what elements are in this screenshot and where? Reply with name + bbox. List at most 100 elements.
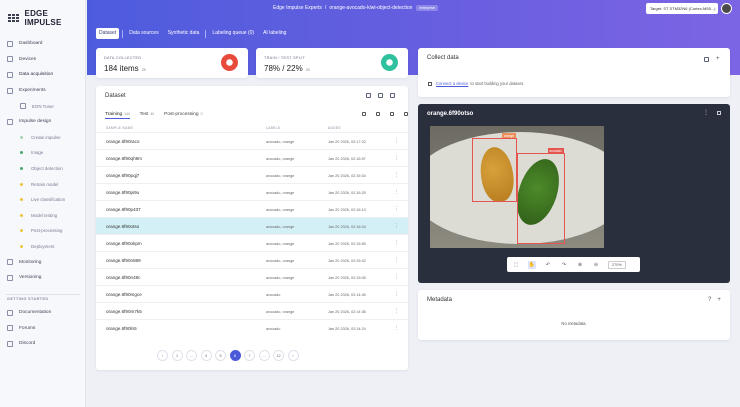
page-button[interactable]: 12: [273, 350, 284, 361]
page-button[interactable]: ...: [258, 350, 270, 361]
download-icon[interactable]: [390, 93, 395, 98]
bounding-box-orange[interactable]: orange: [472, 133, 517, 202]
page-button[interactable]: ›: [287, 350, 299, 361]
logo[interactable]: EDGE IMPULSE: [8, 9, 85, 27]
table-row[interactable]: orange.6f90n49c avocado, orange Jan 20 202…: [96, 268, 408, 285]
table-row[interactable]: orange.6f90pi9u avocado, orange Jan 20 202…: [96, 183, 408, 200]
tab-labeling-queue-0[interactable]: Labeling queue (0): [209, 28, 257, 39]
page-button[interactable]: ‹: [157, 350, 168, 361]
table-row[interactable]: orange.6f90pqj7 avocado, orange Jan 20 202…: [96, 166, 408, 183]
sidebar-item-experiments[interactable]: Experiments: [0, 83, 86, 99]
page-button[interactable]: ...: [186, 350, 197, 361]
sidebar-item-object-detection[interactable]: Object detection: [0, 161, 86, 177]
sample-name: orange.6f90qh9m: [106, 156, 143, 161]
tab-data-sources[interactable]: Data sources: [126, 28, 161, 39]
pan-tool-icon[interactable]: ✋: [528, 260, 536, 269]
expand-icon[interactable]: [404, 112, 408, 116]
table-row[interactable]: orange.6f90mgce avocado Jan 20 2026, 02:14…: [96, 285, 408, 302]
page-button[interactable]: 6: [229, 350, 241, 361]
upload-icon[interactable]: [366, 93, 371, 98]
col-sample-name[interactable]: SAMPLE NAME: [106, 126, 133, 130]
breadcrumb-project[interactable]: orange-avocado-kiwi-object-detection: [329, 5, 412, 11]
table-row[interactable]: orange.6f90n869 avocado, orange Jan 20 202…: [96, 251, 408, 268]
expand-preview-icon[interactable]: [717, 111, 721, 115]
sidebar-item-post-processing[interactable]: Post-processing: [0, 223, 86, 239]
redo-icon[interactable]: ↷: [560, 261, 568, 269]
sidebar-item-discord[interactable]: Discord: [0, 336, 86, 352]
subtab-post-processing[interactable]: Post-processing 0: [164, 112, 202, 119]
camera-icon[interactable]: [378, 93, 383, 98]
more-icon[interactable]: ⋮: [703, 110, 709, 116]
sidebar-item-monitoring[interactable]: Monitoring: [0, 254, 86, 270]
row-menu-icon[interactable]: ⋮: [394, 308, 399, 314]
row-menu-icon[interactable]: ⋮: [394, 291, 399, 297]
page-button[interactable]: 4: [200, 350, 212, 361]
table-row[interactable]: orange.6f90p437 avocado, orange Jan 20 202…: [96, 200, 408, 217]
row-menu-icon[interactable]: ⋮: [394, 240, 399, 246]
zoom-level[interactable]: 270%: [608, 260, 626, 269]
sidebar-item-impulse-design[interactable]: Impulse design: [0, 114, 86, 130]
target-button[interactable]: Target: ST STM32N6 (Cortex-M55...): [646, 3, 718, 14]
sample-labels: avocado, orange: [266, 207, 295, 212]
sidebar-item-create-impulse[interactable]: Create impulse: [0, 130, 86, 146]
col-labels[interactable]: LABELS: [266, 126, 280, 130]
filter-icon[interactable]: [376, 112, 380, 116]
table-row[interactable]: orange.6f90m7k5 avocado, orange Jan 20 202…: [96, 302, 408, 319]
table-row[interactable]: orange.6f90otso avocado, orange Jan 20 202…: [96, 217, 408, 234]
bounding-box-avocado[interactable]: avocado: [517, 148, 565, 244]
select-icon[interactable]: [390, 112, 394, 116]
zoom-in-icon[interactable]: ⊕: [576, 261, 584, 269]
sample-image[interactable]: orange avocado: [430, 126, 604, 248]
table-row[interactable]: orange.6f90okpm avocado, orange Jan 20 202…: [96, 234, 408, 251]
avatar[interactable]: [721, 3, 732, 14]
sample-added: Jan 20 2026, 02:16:13: [328, 207, 366, 212]
row-menu-icon[interactable]: ⋮: [394, 325, 399, 331]
zoom-out-icon[interactable]: ⊖: [592, 261, 600, 269]
breadcrumb-org[interactable]: Edge Impulse Experts: [273, 5, 322, 11]
col-added[interactable]: ADDED: [328, 126, 341, 130]
sidebar-item-devices[interactable]: Devices: [0, 52, 86, 68]
sidebar-item-eon-tuner[interactable]: EON Tuner: [0, 98, 86, 114]
delete-icon[interactable]: [704, 57, 709, 62]
sidebar-item-data-acquisition[interactable]: Data acquisition: [0, 67, 86, 83]
getting-started-heading: GETTING STARTED: [7, 297, 49, 301]
connect-device-link[interactable]: Connect a device: [436, 81, 468, 86]
status-dot-icon: [20, 135, 23, 139]
sidebar-item-retrain-model[interactable]: Retrain model: [0, 176, 86, 192]
row-menu-icon[interactable]: ⋮: [394, 223, 399, 229]
row-menu-icon[interactable]: ⋮: [394, 206, 399, 212]
table-row[interactable]: orange.6f90raco avocado, orange Jan 20 202…: [96, 132, 408, 149]
row-menu-icon[interactable]: ⋮: [394, 274, 399, 280]
sample-added: Jan 20 2026, 02:16:34: [328, 173, 366, 178]
sidebar-item-dashboard[interactable]: Dashboard: [0, 36, 86, 52]
table-row[interactable]: orange.6f90ln5 avocado Jan 20 2026, 02:14:…: [96, 319, 408, 336]
sidebar-item-model-testing[interactable]: Model testing: [0, 208, 86, 224]
sidebar-item-forums[interactable]: Forums: [0, 321, 86, 337]
undo-icon[interactable]: ↶: [544, 261, 552, 269]
tab-synthetic-data[interactable]: Synthetic data: [165, 28, 203, 39]
row-menu-icon[interactable]: ⋮: [394, 138, 399, 144]
tab-dataset[interactable]: Dataset: [96, 28, 120, 39]
filter-active-icon[interactable]: [362, 112, 366, 116]
page-button[interactable]: 5: [215, 350, 226, 361]
row-menu-icon[interactable]: ⋮: [394, 155, 399, 161]
sidebar-item-documentation[interactable]: Documentation: [0, 305, 86, 321]
row-menu-icon[interactable]: ⋮: [394, 172, 399, 178]
subtab-training[interactable]: Training 144: [105, 112, 130, 119]
table-row[interactable]: orange.6f90qh9m avocado, orange Jan 20 202…: [96, 149, 408, 166]
sidebar-item-versioning[interactable]: Versioning: [0, 270, 86, 286]
add-metadata-icon[interactable]: +: [717, 297, 721, 303]
row-menu-icon[interactable]: ⋮: [394, 257, 399, 263]
page-button[interactable]: 7: [244, 350, 255, 361]
sidebar-item-live-classification[interactable]: Live classification: [0, 192, 86, 208]
sidebar-item-deployment[interactable]: Deployment: [0, 239, 86, 255]
add-icon[interactable]: +: [716, 56, 721, 62]
row-menu-icon[interactable]: ⋮: [394, 189, 399, 195]
subtab-test[interactable]: Test 40: [140, 112, 154, 119]
tab-ai-labeling[interactable]: AI labeling: [260, 28, 289, 39]
help-icon[interactable]: ?: [708, 297, 711, 303]
page-button[interactable]: 1: [171, 350, 183, 361]
app-name: EDGE IMPULSE: [24, 9, 62, 27]
sidebar-item-image[interactable]: Image: [0, 145, 86, 161]
select-tool-icon[interactable]: ⬚: [512, 261, 520, 269]
